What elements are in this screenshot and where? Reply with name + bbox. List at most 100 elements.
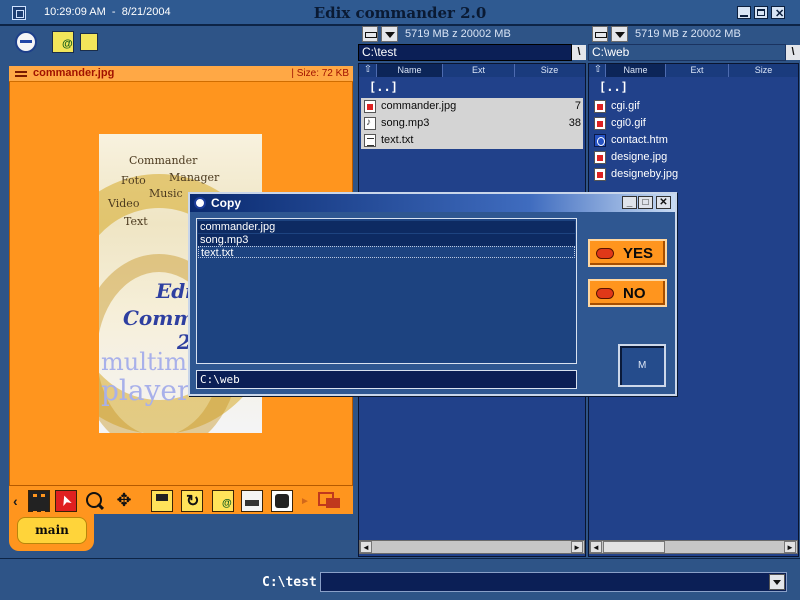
up-folder-icon[interactable]: ⇧ bbox=[591, 64, 605, 77]
dialog-minimize-button[interactable]: _ bbox=[622, 196, 637, 209]
minimize-icon bbox=[740, 15, 748, 17]
file-name: contact.htm bbox=[611, 134, 668, 146]
maximize-button[interactable] bbox=[754, 6, 768, 19]
list-item[interactable]: text.txt bbox=[198, 246, 575, 259]
fullscreen-icon[interactable] bbox=[271, 490, 293, 512]
image-word: Video bbox=[108, 197, 140, 210]
file-name: song.mp3 bbox=[381, 117, 430, 129]
list-item[interactable]: commander.jpg 7 bbox=[361, 98, 583, 115]
preview-header: commander.jpg | Size: 72 KB bbox=[9, 66, 353, 82]
yes-button[interactable]: YES bbox=[588, 239, 667, 267]
column-name[interactable]: Name bbox=[605, 64, 665, 77]
command-dropdown-icon[interactable] bbox=[769, 574, 785, 590]
image-file-icon bbox=[594, 100, 606, 113]
email-icon[interactable] bbox=[212, 490, 234, 512]
device-icon[interactable] bbox=[80, 33, 98, 51]
dialog-close-button[interactable]: ✕ bbox=[656, 196, 671, 209]
image-file-icon bbox=[594, 168, 606, 181]
image-word: Foto bbox=[121, 174, 146, 187]
text-file-icon bbox=[364, 134, 376, 147]
pointer-icon[interactable] bbox=[55, 490, 77, 512]
arrow-right-icon[interactable]: ► bbox=[300, 496, 310, 508]
refresh-icon[interactable] bbox=[181, 490, 203, 512]
drive-dropdown-icon[interactable] bbox=[611, 26, 628, 42]
list-item[interactable]: text.txt bbox=[361, 132, 583, 149]
save-icon[interactable] bbox=[151, 490, 173, 512]
up-folder-icon[interactable]: ⇧ bbox=[361, 64, 375, 77]
disk-info: 5719 MB z 20002 MB bbox=[635, 28, 741, 40]
list-item[interactable]: designe.jpg bbox=[591, 149, 796, 166]
maximize-icon bbox=[757, 9, 765, 16]
root-button[interactable]: \ bbox=[572, 45, 586, 60]
column-size[interactable]: Size bbox=[728, 64, 798, 77]
led-icon bbox=[596, 288, 614, 299]
print-icon[interactable] bbox=[241, 490, 263, 512]
command-input[interactable] bbox=[320, 572, 787, 592]
close-icon: ✕ bbox=[775, 8, 785, 20]
led-icon bbox=[596, 248, 614, 259]
drive-icon[interactable] bbox=[362, 26, 378, 42]
left-horizontal-scrollbar[interactable] bbox=[359, 540, 585, 554]
list-item[interactable]: contact.htm bbox=[591, 132, 796, 149]
preview-filename: commander.jpg bbox=[33, 67, 115, 79]
filmstrip-icon[interactable] bbox=[28, 490, 50, 514]
copy-dialog-title: Copy bbox=[211, 196, 241, 210]
scroll-thumb[interactable] bbox=[603, 541, 665, 553]
m-button[interactable]: M bbox=[618, 344, 666, 387]
file-name: cgi0.gif bbox=[611, 117, 646, 129]
destination-field[interactable]: C:\web bbox=[196, 370, 577, 389]
globe-icon bbox=[194, 197, 206, 209]
image-word: Commander bbox=[129, 154, 198, 167]
file-size: 7 bbox=[574, 100, 581, 112]
no-button[interactable]: NO bbox=[588, 279, 667, 307]
drive-icon[interactable] bbox=[592, 26, 608, 42]
list-item[interactable]: song.mp3 bbox=[198, 234, 575, 246]
m-label: M bbox=[638, 360, 647, 371]
disk-info: 5719 MB z 20002 MB bbox=[405, 28, 511, 40]
tab-main[interactable]: main bbox=[17, 517, 87, 544]
image-file-icon bbox=[594, 151, 606, 164]
scroll-left-icon[interactable]: ◄ bbox=[590, 541, 602, 553]
internet-globe-icon[interactable] bbox=[15, 31, 37, 53]
collapse-icon[interactable] bbox=[15, 71, 27, 77]
chevron-left-icon[interactable]: ‹ bbox=[13, 493, 25, 509]
file-name: designe.jpg bbox=[611, 151, 668, 163]
list-item[interactable]: commander.jpg bbox=[198, 221, 575, 233]
close-button[interactable]: ✕ bbox=[771, 6, 785, 20]
column-ext[interactable]: Ext bbox=[665, 64, 728, 77]
image-file-icon bbox=[364, 100, 376, 113]
list-item[interactable]: cgi0.gif bbox=[591, 115, 796, 132]
email-icon[interactable] bbox=[52, 31, 74, 53]
minimize-button[interactable] bbox=[737, 6, 751, 19]
copy-dialog-titlebar[interactable] bbox=[190, 194, 675, 212]
right-path-bar[interactable]: C:\web bbox=[588, 44, 786, 61]
image-word: Manager bbox=[169, 171, 220, 184]
zoom-icon[interactable] bbox=[84, 490, 106, 512]
audio-file-icon bbox=[364, 114, 376, 131]
file-name: cgi.gif bbox=[611, 100, 640, 112]
image-file-icon bbox=[594, 117, 606, 130]
column-size[interactable]: Size bbox=[514, 64, 584, 77]
parent-directory[interactable]: [..] bbox=[369, 80, 398, 94]
drive-dropdown-icon[interactable] bbox=[381, 26, 398, 42]
list-item[interactable]: song.mp3 38 bbox=[361, 114, 583, 132]
move-icon[interactable]: ✥ bbox=[113, 490, 135, 512]
app-title: Edix commander 2.0 bbox=[313, 4, 487, 22]
root-button[interactable]: \ bbox=[786, 45, 800, 60]
scroll-left-icon[interactable]: ◄ bbox=[360, 541, 372, 553]
scroll-right-icon[interactable]: ► bbox=[571, 541, 583, 553]
left-path-bar[interactable]: C:\test bbox=[358, 44, 572, 61]
file-name: designeby.jpg bbox=[611, 168, 679, 180]
windows-icon[interactable] bbox=[318, 492, 340, 510]
image-word: Music bbox=[149, 187, 183, 200]
list-item[interactable]: designeby.jpg bbox=[591, 166, 796, 183]
parent-directory[interactable]: [..] bbox=[599, 80, 628, 94]
scroll-right-icon[interactable]: ► bbox=[784, 541, 796, 553]
web-file-icon bbox=[594, 134, 606, 147]
column-ext[interactable]: Ext bbox=[442, 64, 514, 77]
file-size: 38 bbox=[568, 117, 581, 129]
column-name[interactable]: Name bbox=[376, 64, 442, 77]
list-item[interactable]: cgi.gif bbox=[591, 98, 796, 115]
dialog-maximize-button[interactable]: □ bbox=[638, 196, 653, 209]
current-path-label: C:\test bbox=[262, 575, 317, 590]
